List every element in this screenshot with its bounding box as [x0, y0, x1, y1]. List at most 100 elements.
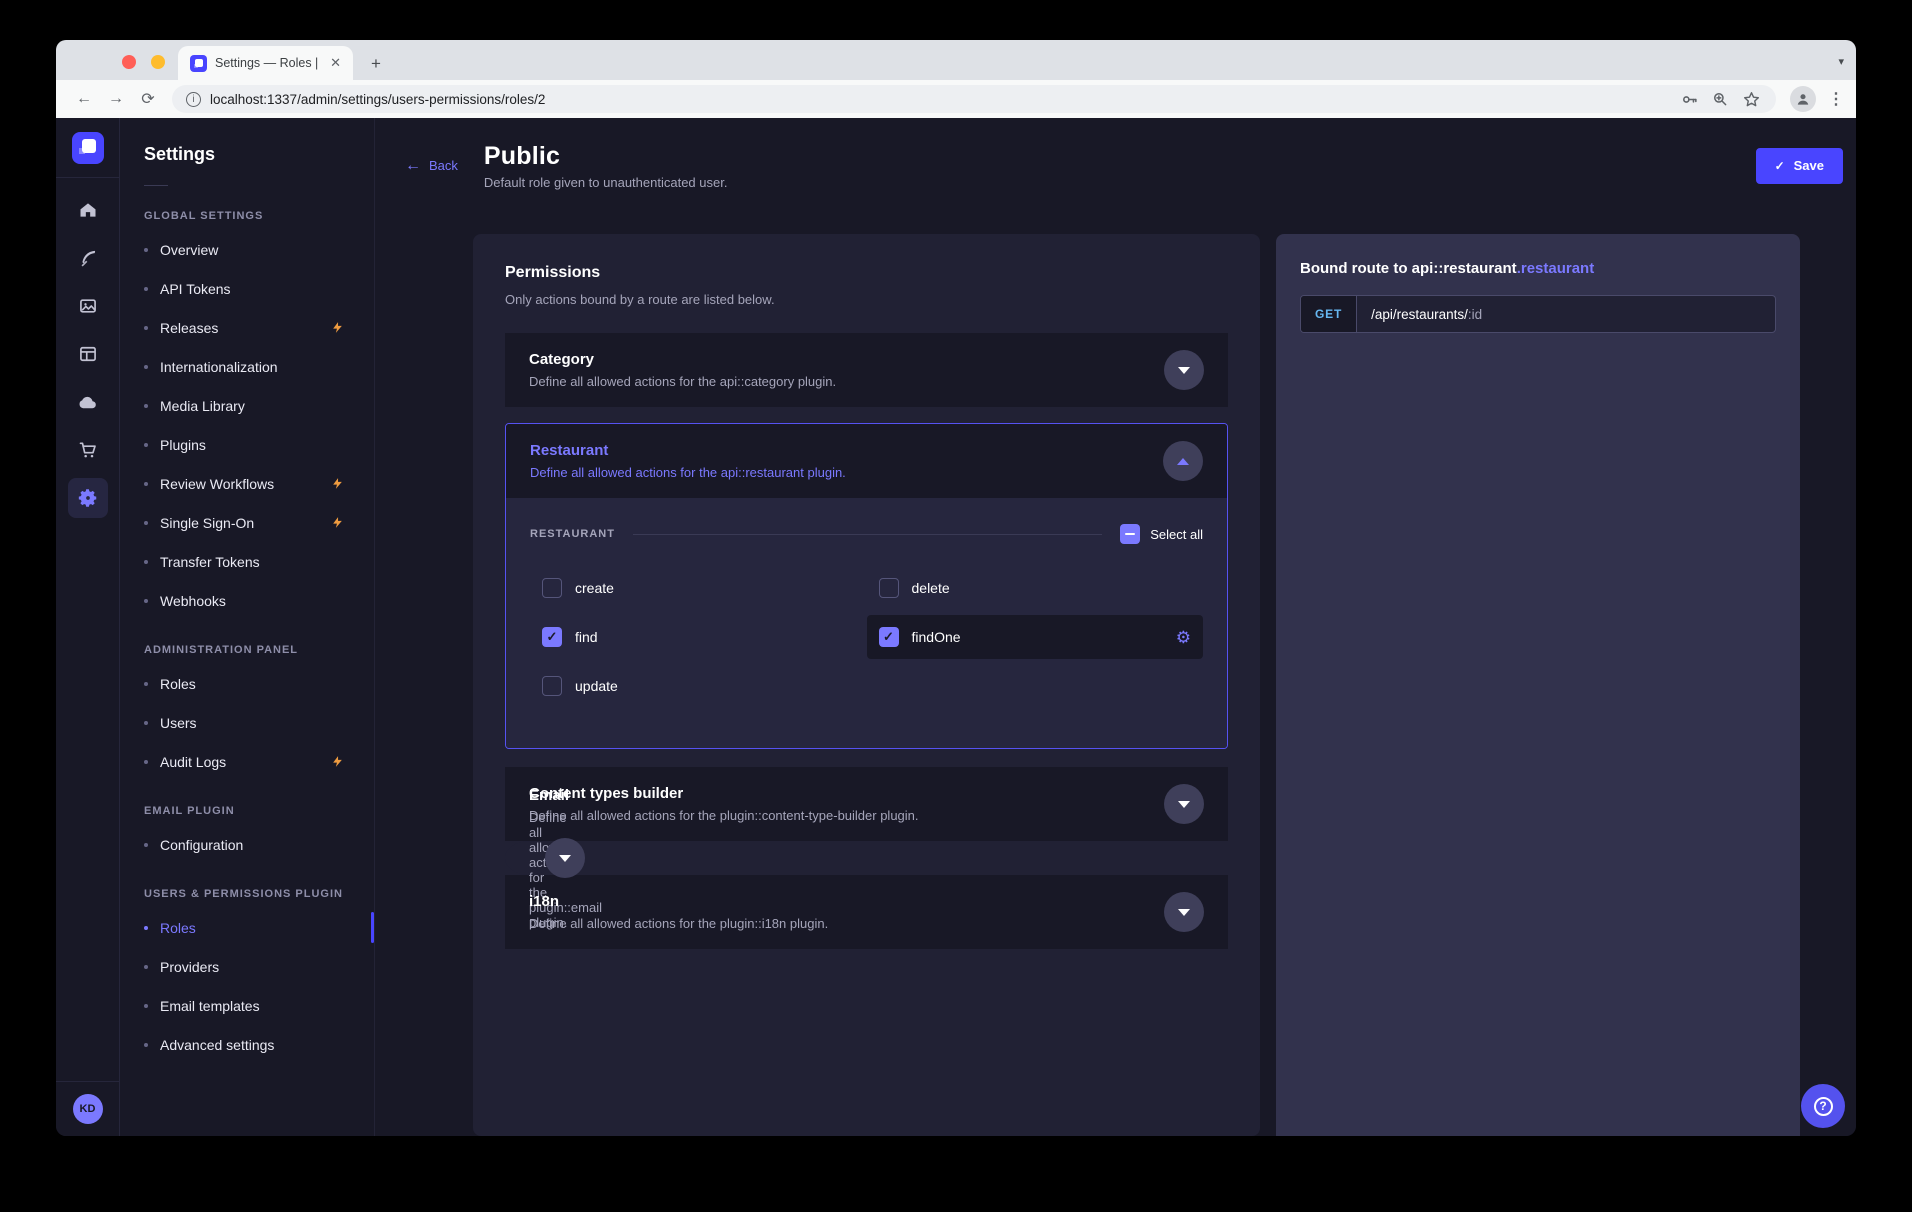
- sidebar-item-overview[interactable]: Overview: [120, 230, 374, 269]
- route-row: GET /api/restaurants/:id: [1300, 295, 1776, 333]
- accordion-i18n[interactable]: i18n Define all allowed actions for the …: [505, 875, 1228, 949]
- sidebar-item-audit-logs[interactable]: Audit Logs: [120, 742, 374, 781]
- accordion-content-types-builder[interactable]: Content types builder Define all allowed…: [505, 767, 1228, 841]
- permissions-subtitle: Only actions bound by a route are listed…: [505, 292, 1228, 307]
- accordion-category[interactable]: Category Define all allowed actions for …: [505, 333, 1228, 407]
- cloud-icon[interactable]: [68, 382, 108, 422]
- browser-window: Settings — Roles | Strapi ✕ + ▾ ← → ⟳ i …: [56, 40, 1856, 1136]
- sidebar-item-up-roles[interactable]: Roles: [120, 908, 374, 947]
- accordion-restaurant[interactable]: Restaurant Define all allowed actions fo…: [506, 424, 1227, 498]
- tab-strip: Settings — Roles | Strapi ✕ + ▾: [56, 40, 1856, 80]
- sidebar-item-internationalization[interactable]: Internationalization: [120, 347, 374, 386]
- forward-button[interactable]: →: [102, 85, 130, 113]
- select-all-checkbox[interactable]: [1120, 524, 1140, 544]
- browser-profile-avatar[interactable]: [1790, 86, 1816, 112]
- action-delete[interactable]: delete: [867, 566, 1204, 610]
- sidebar-item-users[interactable]: Users: [120, 703, 374, 742]
- user-avatar[interactable]: KD: [73, 1094, 103, 1124]
- sidebar-item-email-templates[interactable]: Email templates: [120, 986, 374, 1025]
- sidebar-item-advanced-settings[interactable]: Advanced settings: [120, 1025, 374, 1064]
- main-content: ← Back Public Default role given to unau…: [375, 118, 1856, 1136]
- findone-checkbox[interactable]: ✓: [879, 627, 899, 647]
- tab-search-chevron-icon[interactable]: ▾: [1838, 55, 1844, 68]
- collapse-toggle-button[interactable]: [1163, 441, 1203, 481]
- url-text[interactable]: localhost:1337/admin/settings/users-perm…: [210, 92, 1669, 107]
- bullet-icon: [144, 482, 148, 486]
- create-checkbox[interactable]: [542, 578, 562, 598]
- sidebar-item-review-workflows[interactable]: Review Workflows: [120, 464, 374, 503]
- expand-toggle-button[interactable]: [1164, 892, 1204, 932]
- site-info-icon[interactable]: i: [186, 92, 201, 107]
- bullet-icon: [144, 1043, 148, 1047]
- close-window-button[interactable]: [122, 55, 136, 69]
- restaurant-permissions-body: RESTAURANT Select all: [506, 498, 1227, 748]
- back-link[interactable]: ← Back: [405, 158, 458, 174]
- settings-gear-icon[interactable]: [68, 478, 108, 518]
- sidebar-item-api-tokens[interactable]: API Tokens: [120, 269, 374, 308]
- browser-menu-icon[interactable]: ⋮: [1828, 89, 1844, 109]
- password-key-icon[interactable]: [1678, 88, 1700, 110]
- action-create[interactable]: create: [530, 566, 867, 610]
- sidebar-item-single-sign-on[interactable]: Single Sign-On: [120, 503, 374, 542]
- address-bar[interactable]: i localhost:1337/admin/settings/users-pe…: [172, 85, 1776, 113]
- marketplace-cart-icon[interactable]: [68, 430, 108, 470]
- chevron-down-icon: [1178, 801, 1190, 808]
- sidebar-item-admin-roles[interactable]: Roles: [120, 664, 374, 703]
- sidebar-item-providers[interactable]: Providers: [120, 947, 374, 986]
- sidebar-item-plugins[interactable]: Plugins: [120, 425, 374, 464]
- bullet-icon: [144, 682, 148, 686]
- bullet-icon: [144, 965, 148, 969]
- find-checkbox[interactable]: ✓: [542, 627, 562, 647]
- bullet-icon: [144, 404, 148, 408]
- bullet-icon: [144, 599, 148, 603]
- zoom-page-icon[interactable]: [1709, 88, 1731, 110]
- http-method-badge: GET: [1301, 296, 1357, 332]
- strapi-logo-icon[interactable]: [72, 132, 104, 164]
- expand-toggle-button[interactable]: [1164, 784, 1204, 824]
- tab-title: Settings — Roles | Strapi: [215, 56, 320, 70]
- minimize-window-button[interactable]: [151, 55, 165, 69]
- section-users-permissions-plugin: USERS & PERMISSIONS PLUGIN: [120, 888, 374, 900]
- bullet-icon: [144, 560, 148, 564]
- sidebar-item-webhooks[interactable]: Webhooks: [120, 581, 374, 620]
- action-update[interactable]: update: [530, 664, 867, 708]
- sidebar-item-media-library[interactable]: Media Library: [120, 386, 374, 425]
- new-tab-button[interactable]: +: [364, 54, 388, 74]
- subnav-divider: [144, 185, 168, 186]
- delete-checkbox[interactable]: [879, 578, 899, 598]
- bullet-icon: [144, 926, 148, 930]
- browser-tab[interactable]: Settings — Roles | Strapi ✕: [178, 46, 353, 80]
- action-find[interactable]: ✓ find: [530, 615, 867, 659]
- page-header: ← Back Public Default role given to unau…: [375, 118, 1856, 213]
- accordion-email[interactable]: Email Define all allowed actions for the…: [505, 841, 553, 875]
- expand-toggle-button[interactable]: [545, 838, 585, 878]
- action-findone[interactable]: ✓ findOne ⚙: [867, 615, 1204, 659]
- section-email-plugin: EMAIL PLUGIN: [120, 805, 374, 817]
- help-button[interactable]: ?: [1801, 1084, 1845, 1128]
- sidebar-item-transfer-tokens[interactable]: Transfer Tokens: [120, 542, 374, 581]
- rail-bottom-divider: [56, 1081, 120, 1082]
- sidebar-item-releases[interactable]: Releases: [120, 308, 374, 347]
- save-button[interactable]: ✓ Save: [1756, 148, 1843, 184]
- bullet-icon: [144, 760, 148, 764]
- tab-close-icon[interactable]: ✕: [328, 55, 343, 71]
- content-type-builder-icon[interactable]: [68, 334, 108, 374]
- back-button[interactable]: ←: [70, 85, 98, 113]
- content-area: Permissions Only actions bound by a rout…: [375, 213, 1856, 1136]
- page-subtitle: Default role given to unauthenticated us…: [484, 175, 728, 190]
- route-param: :id: [1468, 307, 1482, 322]
- media-library-icon[interactable]: [68, 286, 108, 326]
- home-icon[interactable]: [68, 190, 108, 230]
- expand-toggle-button[interactable]: [1164, 350, 1204, 390]
- sidebar-item-configuration[interactable]: Configuration: [120, 825, 374, 864]
- select-all-control[interactable]: Select all: [1120, 524, 1203, 544]
- update-checkbox[interactable]: [542, 676, 562, 696]
- lightning-bolt-icon: [331, 477, 344, 490]
- page-title: Public: [484, 142, 728, 171]
- bookmark-star-icon[interactable]: [1740, 88, 1762, 110]
- reload-button[interactable]: ⟳: [134, 85, 162, 113]
- content-manager-feather-icon[interactable]: [68, 238, 108, 278]
- strapi-app: KD Settings GLOBAL SETTINGS Overview API…: [56, 118, 1856, 1136]
- action-settings-gear-icon[interactable]: ⚙: [1176, 629, 1191, 646]
- chevron-up-icon: [1177, 458, 1189, 465]
